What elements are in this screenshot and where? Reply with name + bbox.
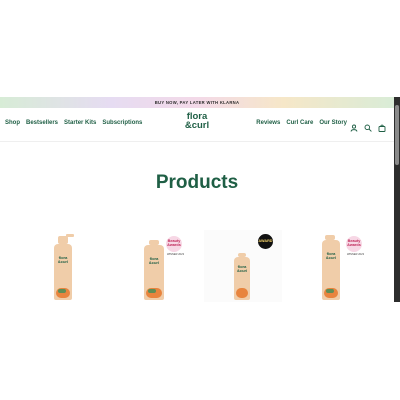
product-image-4: flora &curl — [322, 240, 340, 300]
header-icons — [350, 119, 386, 132]
product-image-1: flora &curl — [54, 244, 72, 300]
browser-viewport: BUY NOW, PAY LATER WITH KLARNA Shop Best… — [0, 97, 394, 302]
page-title: Products — [155, 172, 239, 193]
brand-logo[interactable]: flora &curl — [176, 112, 218, 131]
product-image-3: flora &curl — [234, 257, 250, 300]
leaf-graphic — [58, 289, 66, 293]
spray-nozzle — [58, 236, 68, 244]
account-icon[interactable] — [350, 119, 358, 132]
orange-graphic — [236, 288, 248, 298]
cart-icon[interactable] — [378, 119, 386, 132]
logo-line-2: &curl — [184, 119, 210, 131]
nav-bestsellers[interactable]: Bestsellers — [26, 120, 58, 126]
bottle-label-3: flora &curl — [237, 264, 248, 273]
promo-text: BUY NOW, PAY LATER WITH KLARNA — [154, 100, 240, 105]
top-blank — [0, 0, 400, 97]
product-card-1[interactable]: flora &curl — [40, 230, 90, 302]
nav-starter-kits[interactable]: Starter Kits — [64, 120, 96, 126]
bottom-blank — [0, 302, 400, 400]
bottle-label-4: flora &curl — [325, 251, 337, 260]
vertical-scrollbar[interactable] — [394, 97, 400, 302]
secondary-nav: Reviews Curl Care Our Story — [256, 120, 347, 126]
bottle-label-2: flora &curl — [148, 256, 160, 265]
nav-shop[interactable]: Shop — [5, 120, 20, 126]
leaf-graphic — [148, 289, 156, 293]
award-caption: WINNER 2023 — [347, 253, 365, 256]
nav-reviews[interactable]: Reviews — [256, 120, 280, 126]
product-card-4[interactable]: flora &curl Beauty Awards WINNER 2023 — [310, 230, 364, 302]
nav-curl-care[interactable]: Curl Care — [286, 120, 313, 126]
product-image-2: flora &curl — [144, 245, 164, 300]
site-header: Shop Bestsellers Starter Kits Subscripti… — [0, 108, 394, 142]
nav-subscriptions[interactable]: Subscriptions — [102, 120, 142, 126]
primary-nav: Shop Bestsellers Starter Kits Subscripti… — [5, 120, 142, 126]
leaf-graphic — [326, 289, 334, 293]
product-card-2[interactable]: flora &curl Beauty Awards WINNER 2023 — [130, 230, 184, 302]
award-caption: WINNER 2023 — [167, 253, 185, 256]
nav-our-story[interactable]: Our Story — [319, 120, 347, 126]
bottle-label-1: flora &curl — [57, 255, 69, 264]
beauty-awards-badge: Beauty Awards — [166, 236, 182, 252]
product-card-3[interactable]: flora &curl AWARD — [204, 230, 282, 302]
spray-trigger — [66, 234, 74, 237]
award-badge-dark: AWARD — [258, 234, 273, 249]
search-icon[interactable] — [364, 119, 372, 132]
beauty-awards-badge: Beauty Awards — [346, 236, 362, 252]
promo-bar[interactable]: BUY NOW, PAY LATER WITH KLARNA — [0, 97, 394, 108]
scrollbar-thumb[interactable] — [395, 105, 399, 165]
